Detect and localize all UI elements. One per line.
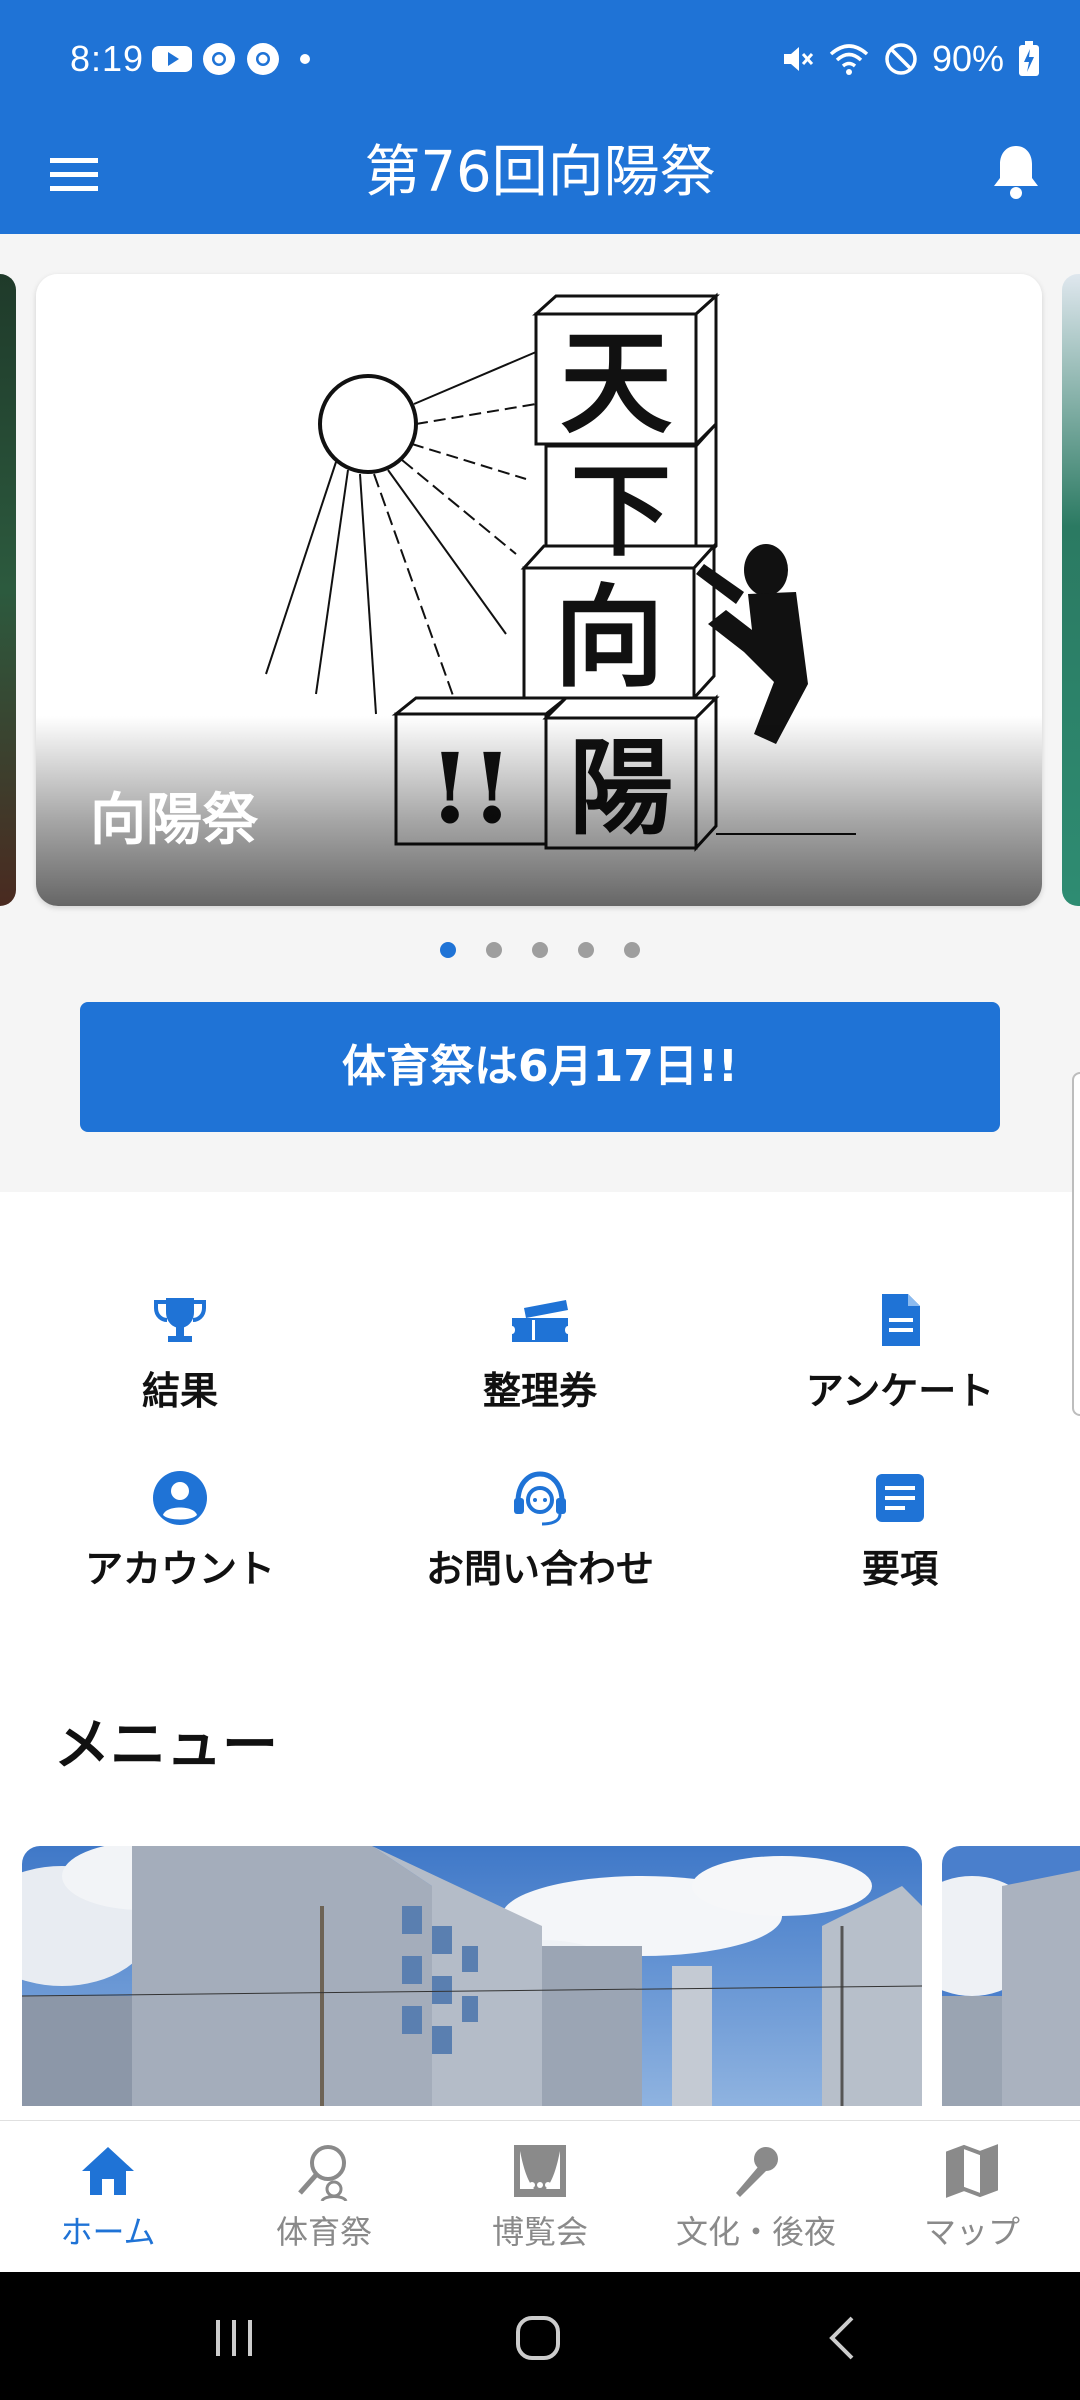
image-text: 天 xyxy=(560,318,672,449)
image-text: 下 xyxy=(571,452,671,570)
quick-link-account[interactable]: アカウント xyxy=(0,1468,360,1598)
back-icon[interactable] xyxy=(824,2314,860,2362)
sports-day-banner-button[interactable]: 体育祭は6月17日!! xyxy=(80,1002,1000,1132)
carousel-dot[interactable] xyxy=(440,942,456,958)
carousel-dot[interactable] xyxy=(532,942,548,958)
carousel-next-card[interactable] xyxy=(1062,274,1080,906)
status-time: 8:19 xyxy=(70,38,145,79)
quick-link-guidelines[interactable]: 要項 xyxy=(720,1468,1080,1598)
trophy-icon xyxy=(154,1298,206,1342)
bell-icon[interactable] xyxy=(988,142,1044,202)
menu-card-school[interactable] xyxy=(22,1846,922,2106)
battery-charging-icon xyxy=(1019,41,1039,76)
map-icon xyxy=(946,2144,998,2198)
hero-card[interactable]: 天 下 向 陽 !! 向陽祭 xyxy=(36,274,1042,906)
nav-label: 体育祭 xyxy=(275,2213,372,2251)
account-circle-icon xyxy=(153,1471,207,1525)
mute-icon xyxy=(783,47,814,71)
quick-link-label: お問い合わせ xyxy=(425,1547,654,1591)
nav-label: マップ xyxy=(923,2213,1020,2251)
list-document-icon xyxy=(876,1474,924,1522)
hero-area: 天 下 向 陽 !! 向陽祭 体育祭は6月17日!! xyxy=(0,234,1080,1192)
do-not-disturb-icon xyxy=(885,43,917,75)
status-left-icons xyxy=(152,42,320,76)
quick-link-label: 結果 xyxy=(141,1369,218,1413)
menu-card-next[interactable] xyxy=(942,1846,1080,2106)
quick-link-contact[interactable]: お問い合わせ xyxy=(360,1468,720,1598)
carousel-prev-card[interactable] xyxy=(0,274,16,906)
nav-item-exhibition[interactable]: 博覧会 xyxy=(432,2121,648,2273)
youtube-icon xyxy=(152,46,192,72)
app-bar: 第76回向陽祭 xyxy=(0,122,1080,234)
carousel-dot[interactable] xyxy=(624,942,640,958)
nav-item-sports-day[interactable]: 体育祭 xyxy=(216,2121,432,2273)
notification-dot-icon xyxy=(300,54,310,64)
nav-label: ホーム xyxy=(60,2213,156,2251)
recent-apps-icon[interactable] xyxy=(212,2316,256,2360)
quick-link-results[interactable]: 結果 xyxy=(0,1290,360,1420)
menu-section-heading: メニュー xyxy=(54,1713,278,1778)
ticket-icon xyxy=(512,1300,568,1342)
nav-item-culture-night[interactable]: 文化・後夜 xyxy=(648,2121,864,2273)
home-icon xyxy=(82,2147,134,2195)
quick-link-label: 整理券 xyxy=(482,1369,597,1413)
chrome-icon xyxy=(203,43,235,75)
quick-links-grid: 結果 整理券 アンケート アカウント お問い合わせ 要項 xyxy=(0,1290,1080,1598)
nav-item-map[interactable]: マップ xyxy=(864,2121,1080,2273)
battery-percent: 90% xyxy=(931,38,1004,79)
home-button-icon[interactable] xyxy=(514,2314,562,2362)
search-person-icon xyxy=(298,2145,348,2201)
wifi-icon xyxy=(829,44,869,75)
carousel-indicator xyxy=(0,942,1080,958)
system-navigation-bar xyxy=(0,2272,1080,2400)
microphone-icon xyxy=(736,2147,778,2197)
quick-link-label: アンケート xyxy=(805,1369,995,1413)
chrome-icon xyxy=(247,43,279,75)
carousel-dot[interactable] xyxy=(578,942,594,958)
quick-link-tickets[interactable]: 整理券 xyxy=(360,1290,720,1420)
carousel-dot[interactable] xyxy=(486,942,502,958)
nav-label: 文化・後夜 xyxy=(675,2213,836,2251)
quick-link-label: 要項 xyxy=(861,1547,938,1591)
quick-link-label: アカウント xyxy=(84,1547,275,1591)
nav-item-home[interactable]: ホーム xyxy=(0,2121,216,2273)
school-building-photo xyxy=(942,1846,1080,2106)
nav-label: 博覧会 xyxy=(491,2213,588,2251)
theater-icon xyxy=(514,2145,566,2197)
status-bar: 8:19 90% xyxy=(0,0,1080,122)
hero-caption: 向陽祭 xyxy=(90,788,258,853)
page-title: 第76回向陽祭 xyxy=(364,140,716,205)
bottom-navigation: ホーム 体育祭 博覧会 文化・後夜 マップ xyxy=(0,2120,1080,2273)
status-right: 90% xyxy=(780,38,1040,80)
headset-icon xyxy=(514,1471,566,1526)
image-text: 向 xyxy=(554,573,664,702)
document-icon xyxy=(882,1294,920,1346)
school-building-photo xyxy=(22,1846,922,2106)
quick-link-survey[interactable]: アンケート xyxy=(720,1290,1080,1420)
